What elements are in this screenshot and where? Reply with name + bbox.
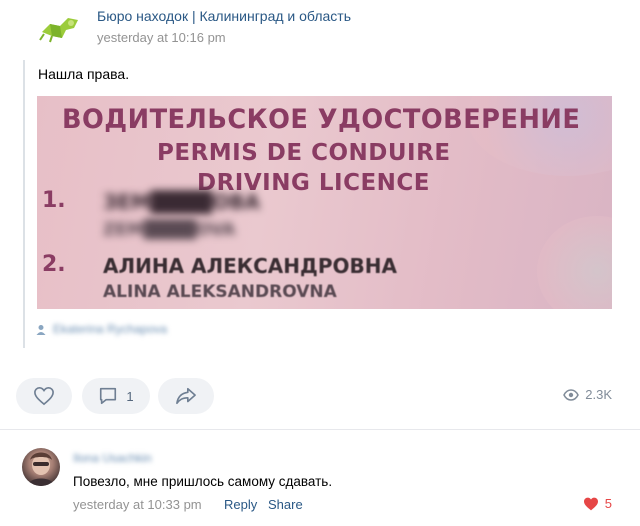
licence-field-2-number: 2. xyxy=(42,252,66,277)
comment-count: 1 xyxy=(126,388,134,404)
comment-share-link[interactable]: Share xyxy=(268,497,303,512)
eye-icon xyxy=(563,388,580,401)
views-count: 2.3K xyxy=(585,387,612,402)
comment-avatar[interactable] xyxy=(22,448,60,486)
comment-author[interactable]: Ilona Usachkin xyxy=(73,451,152,465)
comment-button[interactable]: 1 xyxy=(82,378,150,414)
comment-text: Повезло, мне пришлось самому сдавать. xyxy=(73,474,333,489)
licence-title-fr: PERMIS DE CONDUIRE xyxy=(157,140,451,166)
licence-surname-latin-blurred: ZEM████OVA xyxy=(103,220,236,240)
post-timestamp[interactable]: yesterday at 10:16 pm xyxy=(97,30,226,45)
comments-divider xyxy=(0,429,640,430)
like-button[interactable] xyxy=(16,378,72,414)
share-button[interactable] xyxy=(158,378,214,414)
reply-link[interactable]: Reply xyxy=(224,497,257,512)
avatar-photo xyxy=(28,452,54,486)
views-counter: 2.3K xyxy=(563,387,612,402)
group-avatar[interactable] xyxy=(38,10,82,44)
licence-title-ru: ВОДИТЕЛЬСКОЕ УДОСТОВЕРЕНИЕ xyxy=(62,104,581,135)
comment-timestamp[interactable]: yesterday at 10:33 pm xyxy=(73,497,202,512)
share-arrow-icon xyxy=(176,387,196,405)
post-photo[interactable]: ВОДИТЕЛЬСКОЕ УДОСТОВЕРЕНИЕ PERMIS DE CON… xyxy=(37,96,612,309)
licence-field-1-number: 1. xyxy=(42,188,66,213)
heart-filled-icon xyxy=(583,497,598,510)
post-left-rule xyxy=(23,60,25,348)
post-text: Нашла права. xyxy=(38,66,130,82)
licence-surname-blurred: ЗЕМ████ОВА xyxy=(103,190,261,214)
photo-hologram xyxy=(537,216,612,309)
group-name[interactable]: Бюро находок | Калининград и область xyxy=(97,8,351,24)
post-author-name[interactable]: Ekaterina Rychapova xyxy=(53,322,167,336)
heart-outline-icon xyxy=(34,386,54,406)
comment-like-button[interactable]: 5 xyxy=(583,496,612,511)
author-icon xyxy=(36,323,46,335)
comment-icon xyxy=(100,387,117,405)
licence-given-name-latin: ALINA ALEKSANDROVNA xyxy=(103,282,337,302)
licence-given-name: АЛИНА АЛЕКСАНДРОВНА xyxy=(103,254,397,278)
group-logo-icon xyxy=(39,18,78,43)
comment-like-count: 5 xyxy=(604,496,612,511)
